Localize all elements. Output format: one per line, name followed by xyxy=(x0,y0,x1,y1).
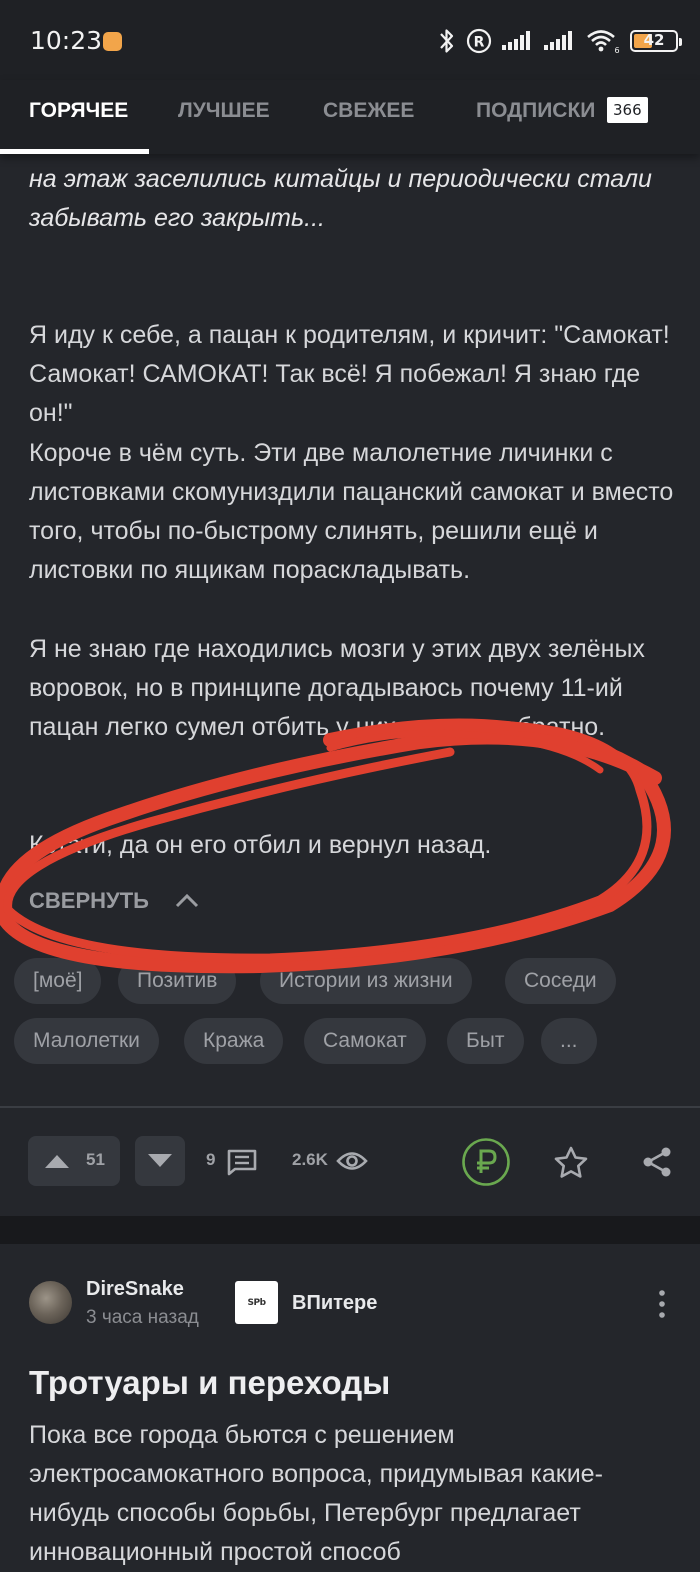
tag-chip[interactable]: Малолетки xyxy=(14,1018,159,1064)
post-separator xyxy=(0,1216,700,1244)
chevron-up-icon xyxy=(175,893,199,908)
collapse-button[interactable]: СВЕРНУТЬ xyxy=(29,886,199,916)
views-count: 2.6K xyxy=(292,1150,328,1169)
share-icon[interactable] xyxy=(641,1146,673,1178)
post-body: Пока все города бьются с решением электр… xyxy=(29,1421,603,1566)
community-logo[interactable]: SPb xyxy=(235,1281,278,1324)
community-logo-text: SPb xyxy=(247,1297,266,1308)
tab-subscriptions[interactable]: ПОДПИСКИ xyxy=(476,96,595,136)
post-time: 3 часа назад xyxy=(86,1307,199,1328)
collapse-label: СВЕРНУТЬ xyxy=(29,888,149,913)
next-post: DireSnake 3 часа назад SPb ВПитере Троту… xyxy=(0,1244,700,1566)
post-paragraph: Кстати, да он его отбил и вернул назад. xyxy=(29,831,492,859)
star-icon[interactable] xyxy=(554,1146,588,1178)
author-avatar[interactable] xyxy=(29,1281,72,1324)
post-title[interactable]: Тротуары и переходы xyxy=(29,1364,390,1402)
arrow-up-icon xyxy=(45,1155,69,1168)
post-paragraph: Я не знаю где находились мозги у этих дв… xyxy=(29,635,645,741)
post-paragraph: на этаж заселились китайцы и периодическ… xyxy=(29,165,652,232)
active-tab-indicator xyxy=(0,149,149,154)
bluetooth-icon xyxy=(440,29,454,53)
tag-chip[interactable]: Соседи xyxy=(505,958,616,1004)
tag-chip[interactable]: Самокат xyxy=(304,1018,426,1064)
registered-icon: R xyxy=(466,28,492,54)
arrow-down-icon xyxy=(148,1154,172,1167)
battery-level: 42 xyxy=(643,31,665,49)
status-time: 10:23 xyxy=(30,26,103,55)
svg-text:R: R xyxy=(474,35,485,51)
notification-app-icon xyxy=(103,32,122,51)
tab-fresh[interactable]: СВЕЖЕЕ xyxy=(323,96,414,136)
downvote-button[interactable] xyxy=(135,1136,185,1186)
tag-more[interactable]: ... xyxy=(541,1018,597,1064)
post-paragraph: Я иду к себе, а пацан к родителям, и кри… xyxy=(29,321,670,427)
tab-best[interactable]: ЛУЧШЕЕ xyxy=(178,96,270,136)
community-name[interactable]: ВПитере xyxy=(292,1292,377,1315)
tag-chip[interactable]: Кража xyxy=(184,1018,284,1064)
signal-icon-1 xyxy=(502,31,530,50)
tab-hot[interactable]: ГОРЯЧЕЕ xyxy=(29,96,128,136)
tag-chip[interactable]: Истории из жизни xyxy=(260,958,472,1004)
comments-count[interactable]: 9 xyxy=(206,1150,215,1170)
post-actions: 51 9 2.6K xyxy=(0,1136,700,1188)
wifi-indicator-label: 6 xyxy=(614,46,619,54)
status-icons: R 6 42 xyxy=(438,26,682,56)
feed-tabs: ГОРЯЧЕЕ ЛУЧШЕЕ СВЕЖЕЕ ПОДПИСКИ 366 xyxy=(0,80,700,154)
battery-icon: 42 xyxy=(630,30,682,52)
author-name[interactable]: DireSnake xyxy=(86,1278,184,1301)
status-bar: 10:23 R 6 42 xyxy=(0,0,700,80)
actions-divider xyxy=(0,1106,700,1108)
signal-icon-2 xyxy=(544,31,572,50)
tag-chip[interactable]: [моё] xyxy=(14,958,102,1004)
tag-chip[interactable]: Быт xyxy=(447,1018,524,1064)
tag-chip[interactable]: Позитив xyxy=(118,958,237,1004)
comment-icon[interactable] xyxy=(226,1148,258,1176)
subscriptions-badge: 366 xyxy=(607,97,648,123)
more-vertical-icon[interactable] xyxy=(652,1289,672,1319)
rating-count: 51 xyxy=(86,1150,105,1169)
eye-icon xyxy=(336,1152,368,1170)
upvote-button[interactable]: 51 xyxy=(28,1136,120,1186)
wifi-icon: 6 xyxy=(587,30,620,54)
post-paragraph: Короче в чём суть. Эти две малолетние ли… xyxy=(29,439,674,584)
donate-ruble-icon[interactable] xyxy=(461,1137,511,1187)
